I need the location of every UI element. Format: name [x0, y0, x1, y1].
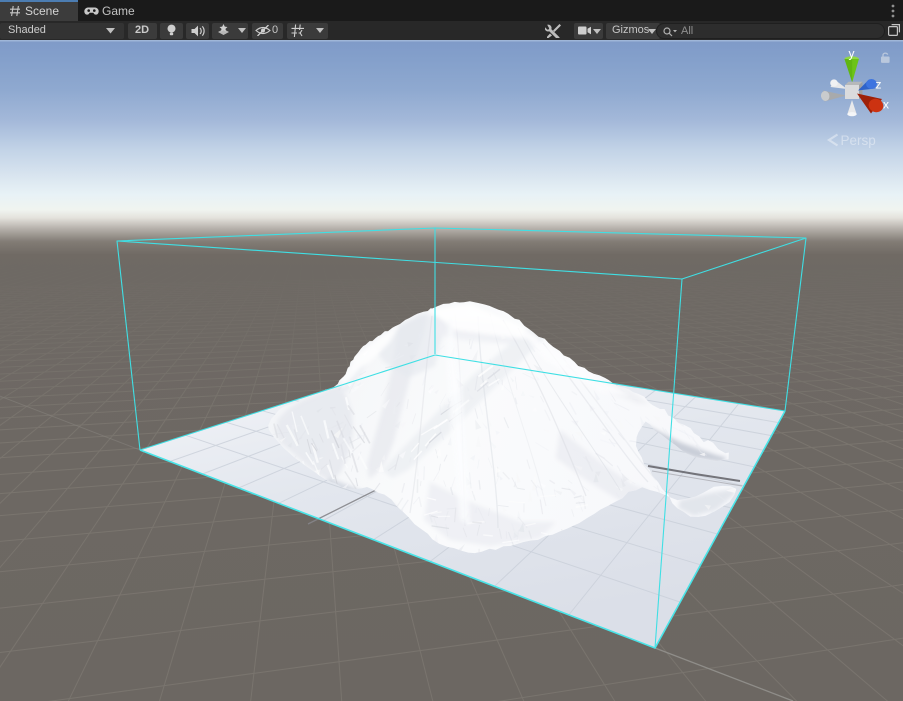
svg-text:Persp: Persp: [841, 133, 876, 148]
svg-text:x: x: [883, 98, 889, 112]
svg-text:z: z: [876, 78, 882, 92]
svg-text:y: y: [849, 47, 855, 61]
